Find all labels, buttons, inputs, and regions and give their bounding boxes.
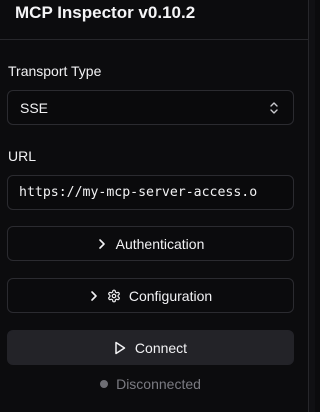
transport-type-select[interactable]: SSE (7, 90, 294, 125)
connection-status: Disconnected (0, 376, 301, 392)
sidebar-header: MCP Inspector v0.10.2 (0, 0, 309, 40)
chevrons-up-down-icon (269, 101, 279, 115)
authentication-button-label: Authentication (115, 235, 205, 252)
status-dot-icon (100, 380, 109, 388)
connect-button[interactable]: Connect (7, 330, 294, 365)
play-icon (114, 341, 126, 355)
authentication-button[interactable]: Authentication (7, 226, 294, 261)
gear-icon (107, 289, 121, 303)
connection-status-text: Disconnected (116, 376, 201, 392)
chevron-right-icon (97, 238, 107, 250)
configuration-button-label: Configuration (128, 287, 213, 304)
configuration-button[interactable]: Configuration (7, 278, 294, 313)
sidebar-panel: MCP Inspector v0.10.2 Transport Type SSE… (0, 0, 309, 412)
url-input-value: https://my-mcp-server-access.o (19, 185, 258, 200)
url-label: URL (8, 148, 37, 164)
chevron-right-icon (89, 290, 99, 302)
transport-type-label: Transport Type (8, 63, 102, 79)
connect-button-label: Connect (134, 339, 188, 356)
url-input[interactable]: https://my-mcp-server-access.o (7, 175, 294, 210)
app-title: MCP Inspector v0.10.2 (15, 3, 196, 22)
transport-type-value: SSE (20, 100, 49, 116)
panel-resize-edge (309, 0, 315, 412)
